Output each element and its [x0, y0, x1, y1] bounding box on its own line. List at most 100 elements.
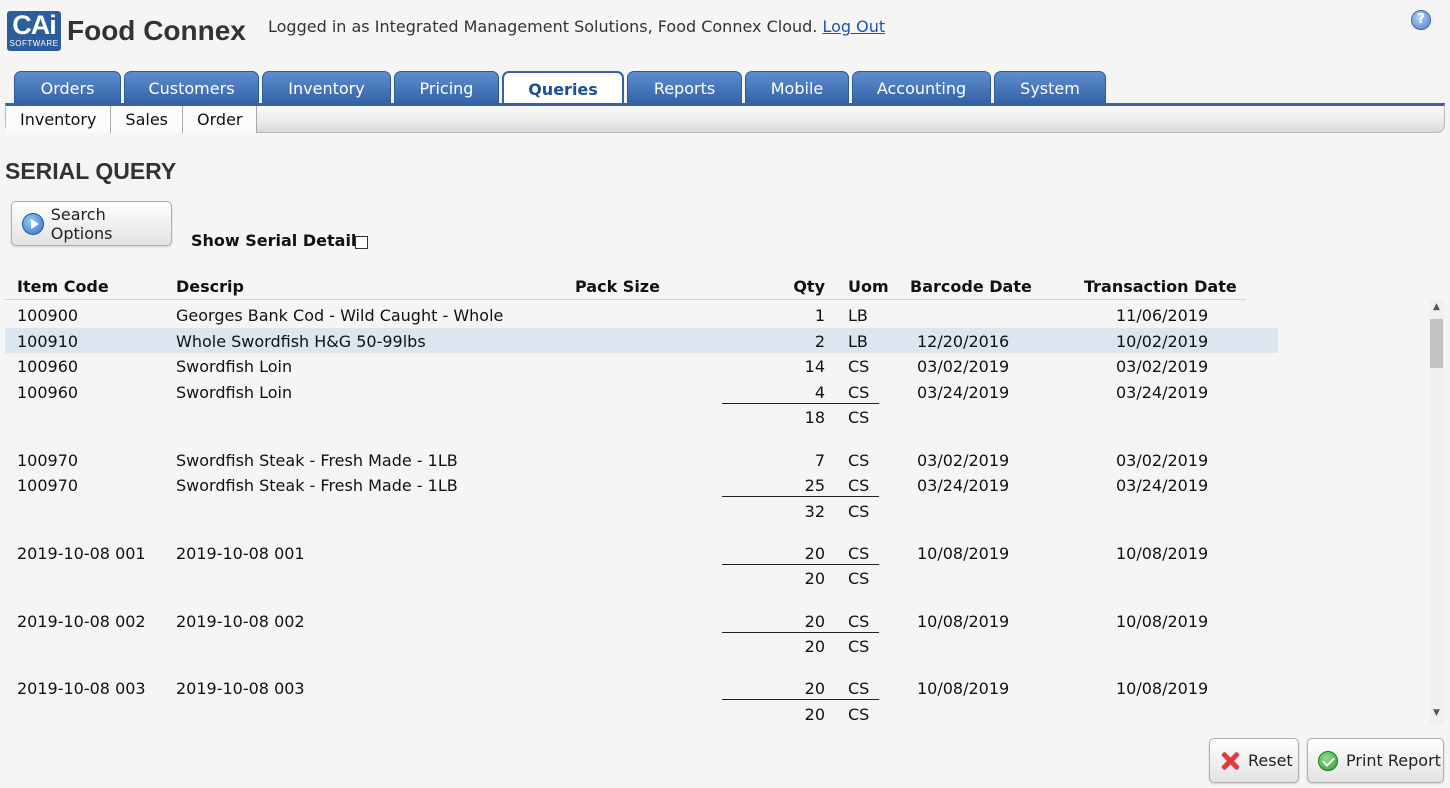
scroll-thumb[interactable]: [1430, 319, 1443, 368]
serial-grid: 100900 Georges Bank Cod - Wild Caught - W…: [5, 300, 1427, 724]
cell-descrip: 2019-10-08 002: [176, 612, 305, 631]
tab-queries[interactable]: Queries: [502, 71, 624, 103]
cell-descrip: Georges Bank Cod - Wild Caught - Whole: [176, 306, 504, 325]
tab-pricing[interactable]: Pricing: [394, 71, 499, 103]
show-serial-detail-checkbox[interactable]: [355, 236, 368, 249]
cell-barcode-date: 10/08/2019: [917, 544, 1010, 563]
cell-barcode-date: 03/02/2019: [917, 357, 1010, 376]
grid-header: Item Code Descrip Pack Size Qty Uom Barc…: [5, 277, 1246, 300]
column-qty[interactable]: Qty: [724, 277, 825, 296]
table-row[interactable]: 2019-10-08 001 2019-10-08 001 20 CS 10/08/20…: [5, 540, 1278, 565]
cell-qty: 7: [814, 451, 825, 470]
subtotal-row[interactable]: 20 CS: [5, 633, 1278, 658]
column-transaction-date[interactable]: Transaction Date: [1084, 277, 1237, 296]
cell-uom: LB: [848, 306, 868, 325]
subnav-sales[interactable]: Sales: [111, 106, 184, 133]
cell-barcode-date: 10/08/2019: [917, 679, 1010, 698]
tab-system[interactable]: System: [994, 71, 1106, 103]
subtotal-row[interactable]: 32 CS: [5, 498, 1278, 523]
column-uom[interactable]: Uom: [848, 277, 889, 296]
print-report-label: Print Report: [1346, 751, 1441, 770]
cell-qty: 20: [804, 637, 825, 656]
grid-scrollbar[interactable]: ▲ ▼: [1429, 300, 1444, 724]
table-row[interactable]: 2019-10-08 003 2019-10-08 003 20 CS 10/08/20…: [5, 675, 1278, 700]
cell-barcode-date: 10/08/2019: [917, 612, 1010, 631]
tab-orders[interactable]: Orders: [14, 71, 121, 103]
cell-uom: CS: [848, 679, 870, 698]
cell-barcode-date: 03/24/2019: [917, 476, 1010, 495]
cell-transaction-date: 03/24/2019: [1116, 383, 1209, 402]
cell-item-code: 100900: [17, 306, 79, 325]
cell-uom: CS: [848, 544, 870, 563]
subtotal-row[interactable]: 20 CS: [5, 701, 1278, 724]
scroll-down-arrow-icon[interactable]: ▼: [1429, 708, 1444, 722]
cell-qty: 20: [804, 569, 825, 588]
cell-item-code: 2019-10-08 003: [17, 679, 146, 698]
column-item-code[interactable]: Item Code: [17, 277, 109, 296]
cell-uom: CS: [848, 637, 870, 656]
app-name: Food Connex: [67, 15, 246, 46]
cell-item-code: 100960: [17, 357, 79, 376]
cell-uom: CS: [848, 612, 870, 631]
cell-transaction-date: 03/02/2019: [1116, 357, 1209, 376]
reset-x-icon: [1220, 751, 1240, 771]
cell-barcode-date: 03/02/2019: [917, 451, 1010, 470]
tab-customers[interactable]: Customers: [124, 71, 259, 103]
scroll-up-arrow-icon[interactable]: ▲: [1429, 302, 1444, 316]
login-text: Logged in as Integrated Management Solut…: [268, 17, 818, 36]
cell-uom: CS: [848, 476, 870, 495]
cell-barcode-date: 03/24/2019: [917, 383, 1010, 402]
cell-qty: 20: [804, 705, 825, 724]
cell-uom: CS: [848, 383, 870, 402]
table-row[interactable]: 100900 Georges Bank Cod - Wild Caught - W…: [5, 302, 1278, 327]
cell-item-code: 100970: [17, 451, 79, 470]
logout-link[interactable]: Log Out: [822, 17, 885, 36]
cell-uom: CS: [848, 569, 870, 588]
cell-qty: 20: [804, 544, 825, 563]
cell-descrip: 2019-10-08 001: [176, 544, 305, 563]
cell-qty: 25: [804, 476, 825, 495]
subtotal-row[interactable]: 20 CS: [5, 565, 1278, 590]
cai-logo: CAi SOFTWARE: [7, 11, 61, 51]
sub-navigation: Inventory Sales Order: [5, 103, 1445, 133]
cell-qty: 18: [804, 408, 825, 427]
help-icon[interactable]: ?: [1411, 10, 1431, 30]
cell-qty: 4: [814, 383, 825, 402]
tab-accounting[interactable]: Accounting: [852, 71, 991, 103]
cell-transaction-date: 10/08/2019: [1116, 679, 1209, 698]
cell-item-code: 2019-10-08 001: [17, 544, 146, 563]
table-row[interactable]: 100960 Swordfish Loin 4 CS 03/24/2019 03/24/2…: [5, 379, 1278, 404]
cell-transaction-date: 10/02/2019: [1116, 332, 1209, 351]
search-options-button[interactable]: Search Options: [11, 201, 172, 246]
table-row[interactable]: 100910 Whole Swordfish H&G 50-99lbs 2 LB 12/…: [5, 328, 1278, 353]
cell-uom: CS: [848, 502, 870, 521]
tab-reports[interactable]: Reports: [627, 71, 742, 103]
subtotal-row[interactable]: 18 CS: [5, 404, 1278, 429]
table-row[interactable]: 100960 Swordfish Loin 14 CS 03/02/2019 03/02/…: [5, 353, 1278, 378]
cell-qty: 14: [804, 357, 825, 376]
cell-uom: CS: [848, 408, 870, 427]
column-barcode-date[interactable]: Barcode Date: [910, 277, 1032, 296]
table-row[interactable]: 100970 Swordfish Steak - Fresh Made - 1LB…: [5, 447, 1278, 472]
reset-button[interactable]: Reset: [1209, 738, 1299, 783]
cell-qty: 20: [804, 679, 825, 698]
search-options-label: Search Options: [50, 204, 113, 243]
column-descrip[interactable]: Descrip: [176, 277, 244, 296]
print-report-button[interactable]: Print Report: [1307, 738, 1444, 783]
subnav-order[interactable]: Order: [183, 106, 258, 133]
tab-inventory[interactable]: Inventory: [262, 71, 391, 103]
table-row[interactable]: 100970 Swordfish Steak - Fresh Made - 1LB…: [5, 472, 1278, 497]
tab-mobile[interactable]: Mobile: [745, 71, 849, 103]
cell-uom: CS: [848, 451, 870, 470]
cell-descrip: Swordfish Steak - Fresh Made - 1LB: [176, 451, 458, 470]
cell-transaction-date: 03/24/2019: [1116, 476, 1209, 495]
cell-transaction-date: 10/08/2019: [1116, 544, 1209, 563]
cell-qty: 1: [814, 306, 825, 325]
login-status: Logged in as Integrated Management Solut…: [268, 17, 885, 36]
cell-descrip: Swordfish Loin: [176, 383, 293, 402]
cell-transaction-date: 11/06/2019: [1116, 306, 1209, 325]
column-pack-size[interactable]: Pack Size: [575, 277, 660, 296]
subtotal-divider: [722, 496, 879, 497]
table-row[interactable]: 2019-10-08 002 2019-10-08 002 20 CS 10/08/20…: [5, 608, 1278, 633]
subnav-inventory[interactable]: Inventory: [6, 106, 112, 133]
